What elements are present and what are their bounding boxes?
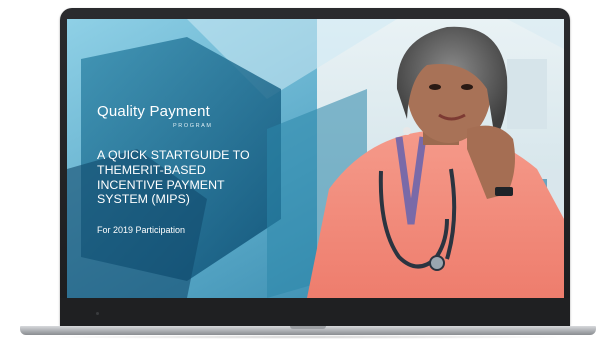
laptop-chin [60,298,570,326]
headline-line: A QUICK STARTGUIDE TO [97,148,250,162]
participation-year-text: For 2019 Participation [97,225,186,235]
headline-line: SYSTEM (MIPS) [97,192,190,207]
webcam-icon [96,312,99,315]
brand-subtitle: PROGRAM [173,123,213,129]
headline-line: THEMERIT-BASED [97,162,206,177]
laptop-screen: Quality Payment PROGRAM A QUICK STARTGUI… [67,19,564,298]
laptop-mockup: Quality Payment PROGRAM A QUICK STARTGUI… [0,0,598,345]
slide-headline: A QUICK STARTGUIDE TO THEMERIT-BASED INC… [97,148,297,207]
laptop-lid-notch [290,326,326,329]
headline-line: INCENTIVE PAYMENT [97,177,225,192]
brand-name: Quality Payment [97,103,211,120]
laptop-shadow [34,335,582,339]
